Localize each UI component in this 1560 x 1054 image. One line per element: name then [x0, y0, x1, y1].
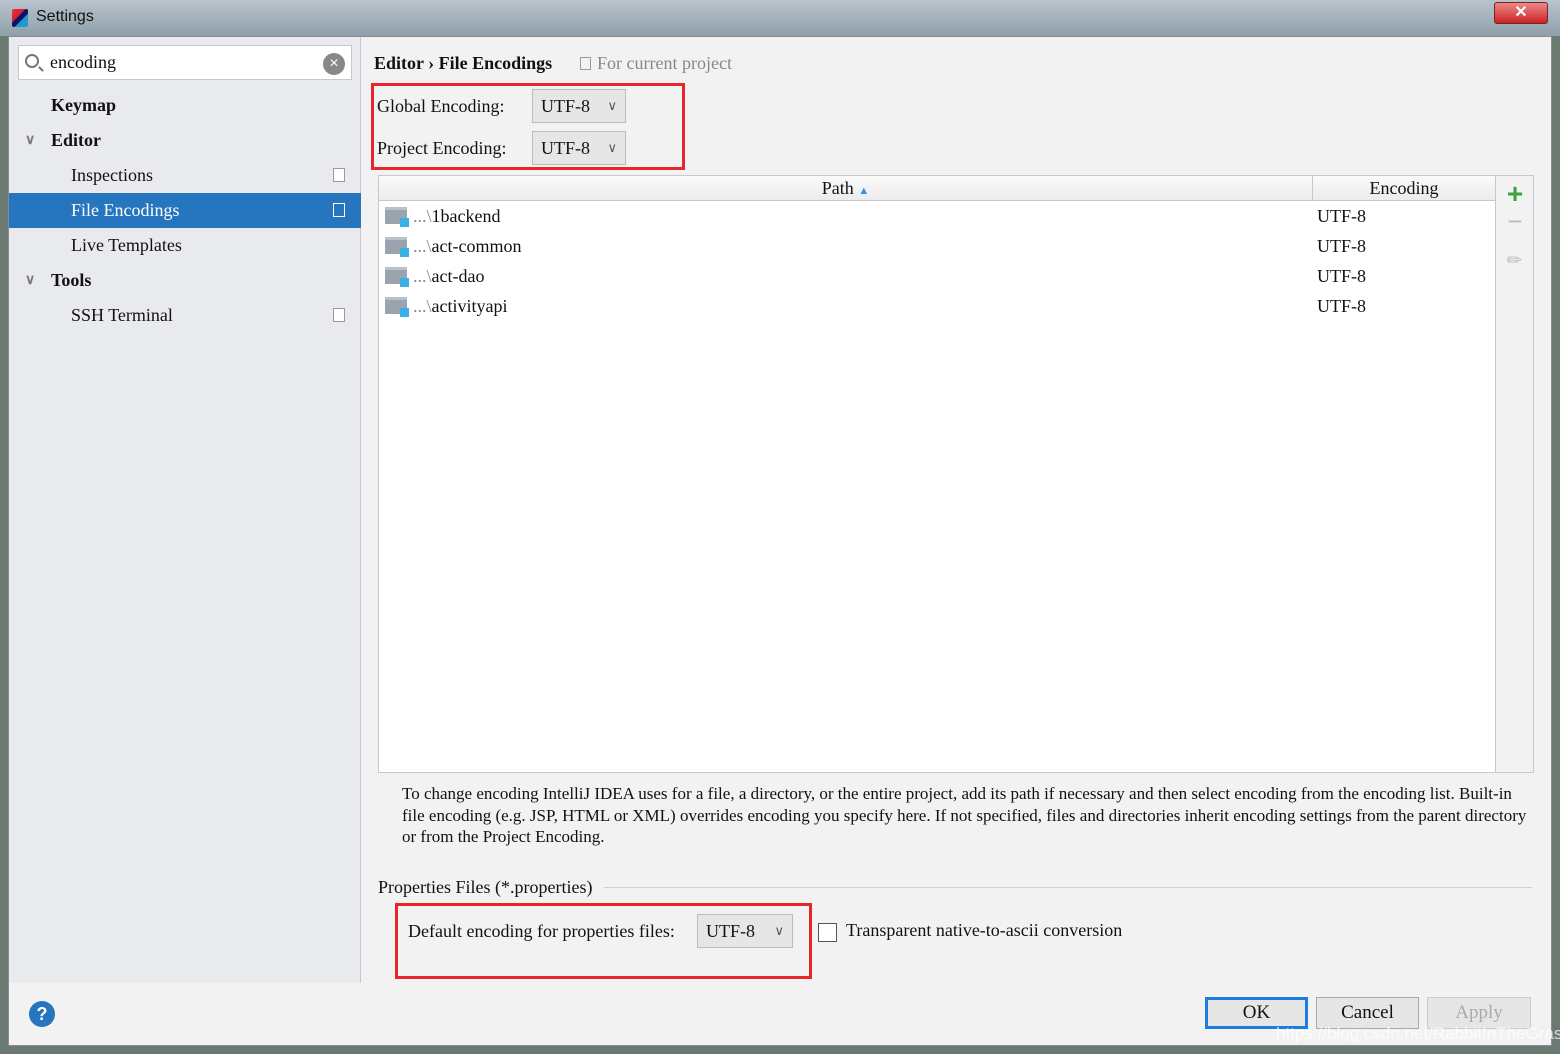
properties-section-title: Properties Files (*.properties) [378, 877, 593, 897]
help-button[interactable]: ? [29, 1001, 55, 1027]
path-name: 1backend [431, 206, 501, 226]
search-input[interactable]: encoding × [18, 45, 352, 80]
sidebar-item-label: Live Templates [71, 235, 182, 255]
sidebar-item-keymap[interactable]: Keymap [9, 88, 361, 123]
path-name: activityapi [431, 296, 508, 316]
section-divider [604, 887, 1532, 888]
properties-encoding-value: UTF-8 [706, 921, 755, 941]
remove-icon[interactable]: − [1504, 206, 1526, 237]
path-column-header[interactable]: Path ▲ [379, 176, 1313, 201]
row-encoding[interactable]: UTF-8 [1317, 261, 1366, 291]
folder-icon [385, 237, 409, 257]
project-encoding-label: Project Encoding: [377, 138, 507, 158]
sidebar-item-label: Keymap [51, 95, 116, 115]
close-button[interactable]: ✕ [1494, 2, 1548, 24]
description-text: To change encoding IntelliJ IDEA uses fo… [402, 784, 1527, 846]
table-row[interactable]: ...\activityapi UTF-8 [379, 291, 1495, 321]
folder-icon [385, 267, 409, 287]
chevron-down-icon: ∨ [774, 923, 784, 938]
table-toolbar: + − ✎ [1495, 176, 1533, 772]
project-encoding-value: UTF-8 [541, 138, 590, 158]
table-header: Path ▲ Encoding [379, 176, 1495, 201]
path-name: act-dao [431, 266, 485, 286]
path-header-label: Path [821, 178, 854, 198]
project-scope-icon [333, 308, 345, 322]
chevron-down-icon: ∨ [607, 98, 617, 113]
path-prefix: ...\ [413, 266, 432, 286]
sidebar-item-live-templates[interactable]: Live Templates [9, 228, 361, 263]
properties-encoding-label: Default encoding for properties files: [408, 921, 675, 941]
sort-ascending-icon: ▲ [858, 185, 870, 197]
sidebar-item-ssh-terminal[interactable]: SSH Terminal [9, 298, 361, 333]
scope-label: For current project [597, 53, 732, 73]
sidebar-item-label: Inspections [71, 165, 153, 185]
path-prefix: ...\ [413, 236, 432, 256]
table-row[interactable]: ...\act-dao UTF-8 [379, 261, 1495, 291]
chevron-down-icon[interactable]: ∨ [25, 263, 35, 298]
sidebar-item-tools[interactable]: ∨ Tools [9, 263, 361, 298]
global-encoding-label: Global Encoding: [377, 96, 505, 116]
folder-icon [385, 207, 409, 227]
sidebar-item-label: SSH Terminal [71, 305, 173, 325]
path-prefix: ...\ [413, 206, 432, 226]
table-row[interactable]: ...\1backend UTF-8 [379, 201, 1495, 231]
sidebar-item-label: Tools [51, 270, 92, 290]
settings-dialog: encoding × Keymap ∨ Editor Inspections Fi… [8, 36, 1552, 1046]
encodings-table: Path ▲ Encoding ...\1backend UTF-8 ...\ac… [378, 175, 1534, 773]
sidebar-item-inspections[interactable]: Inspections [9, 158, 361, 193]
transparent-conversion-label[interactable]: Transparent native-to-ascii conversion [846, 920, 1122, 941]
sidebar-item-label: Editor [51, 130, 102, 150]
encoding-column-header[interactable]: Encoding [1313, 176, 1495, 201]
clear-search-icon[interactable]: × [323, 53, 345, 75]
window-title: Settings [36, 8, 94, 25]
properties-encoding-select[interactable]: UTF-8 ∨ [697, 914, 793, 948]
global-encoding-select[interactable]: UTF-8 ∨ [532, 89, 626, 123]
transparent-conversion-checkbox[interactable] [818, 923, 837, 942]
path-name: act-common [431, 236, 522, 256]
breadcrumb: Editor › File Encodings [374, 53, 553, 73]
project-scope-icon [580, 57, 591, 70]
global-encoding-value: UTF-8 [541, 96, 590, 116]
sidebar: encoding × Keymap ∨ Editor Inspections Fi… [9, 37, 361, 983]
sidebar-item-file-encodings[interactable]: File Encodings [9, 193, 361, 228]
search-value[interactable]: encoding [50, 52, 116, 73]
chevron-down-icon[interactable]: ∨ [25, 123, 35, 158]
intellij-logo-icon [12, 9, 28, 27]
watermark: https://blog.csdn.net/RabbitInTheGrass [1276, 1024, 1560, 1043]
project-encoding-select[interactable]: UTF-8 ∨ [532, 131, 626, 165]
search-icon [25, 54, 39, 68]
row-encoding[interactable]: UTF-8 [1317, 231, 1366, 261]
project-scope-icon [333, 203, 345, 217]
row-encoding[interactable]: UTF-8 [1317, 201, 1366, 231]
table-row[interactable]: ...\act-common UTF-8 [379, 231, 1495, 261]
main-panel: Editor › File Encodings For current proj… [362, 37, 1552, 983]
sidebar-item-editor[interactable]: ∨ Editor [9, 123, 361, 158]
sidebar-item-label: File Encodings [71, 200, 180, 220]
folder-icon [385, 297, 409, 317]
project-scope-icon [333, 168, 345, 182]
scope-note: For current project [580, 53, 732, 74]
row-encoding[interactable]: UTF-8 [1317, 291, 1366, 321]
chevron-down-icon: ∨ [607, 140, 617, 155]
title-bar: Settings ✕ [0, 0, 1560, 36]
edit-pencil-icon[interactable]: ✎ [1500, 245, 1530, 275]
path-prefix: ...\ [413, 296, 432, 316]
